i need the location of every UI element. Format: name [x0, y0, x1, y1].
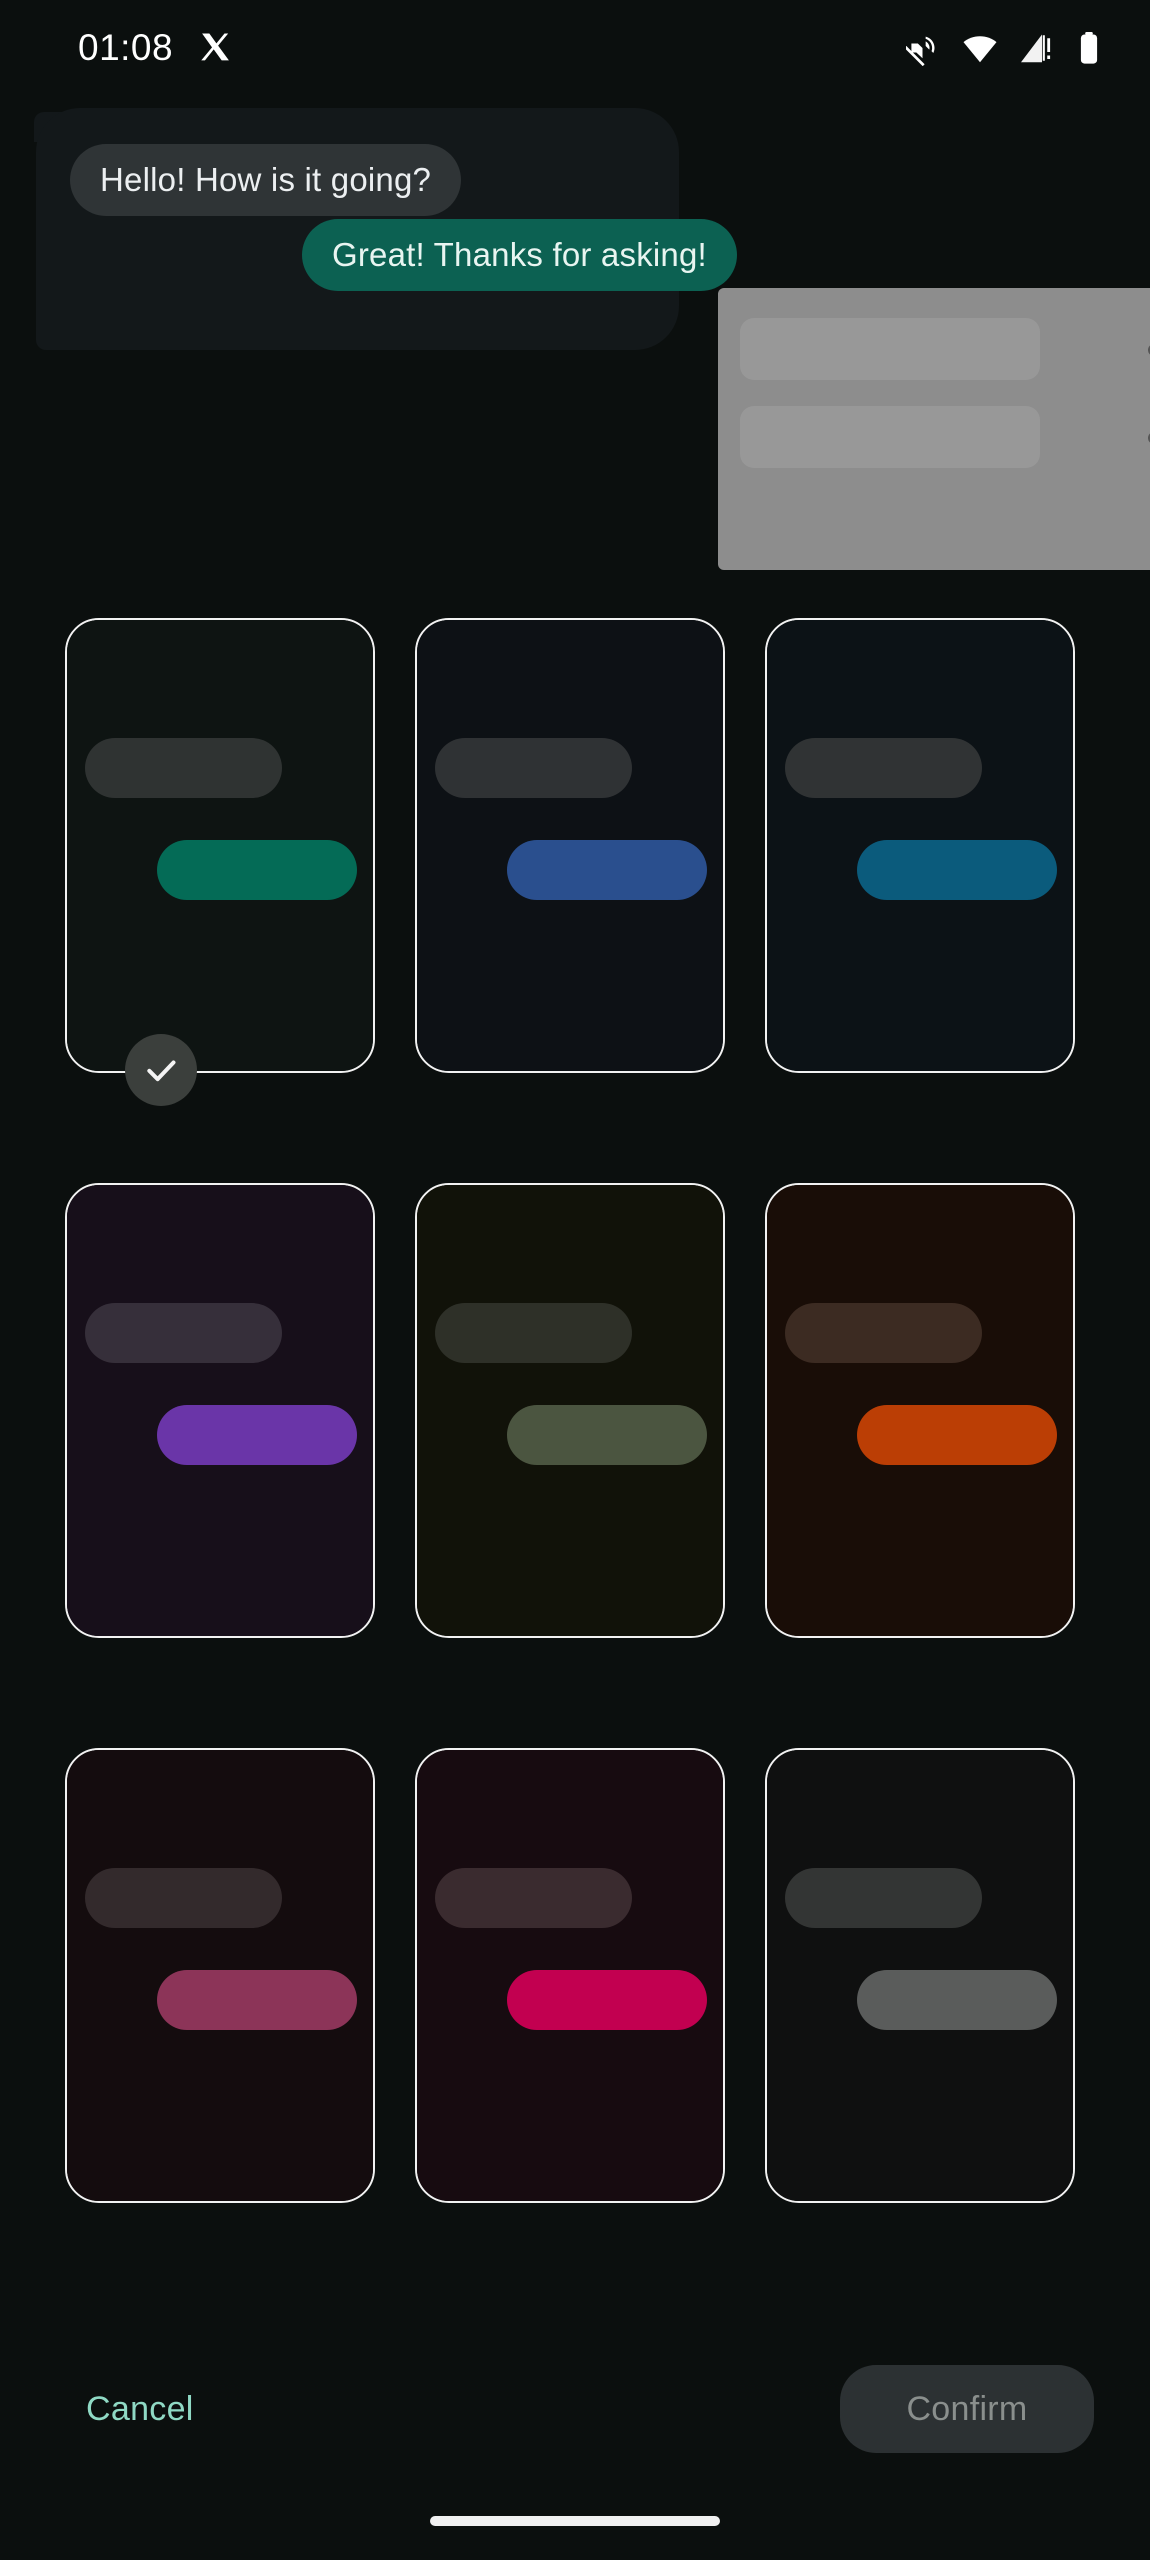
theme-card-blue[interactable]: [415, 618, 725, 1073]
theme-swatch-neutral: [85, 1303, 282, 1363]
background-app-panel: [718, 288, 1150, 570]
volume-muted-icon: [906, 30, 942, 66]
theme-card-teal[interactable]: [65, 618, 375, 1073]
theme-card-rose[interactable]: [65, 1748, 375, 2203]
theme-swatch-accent: [157, 840, 357, 900]
x-logo-icon: [199, 31, 233, 65]
theme-swatch-neutral: [435, 1868, 632, 1928]
theme-swatch-accent: [507, 840, 707, 900]
battery-icon: [1074, 30, 1104, 66]
theme-card-surface: [767, 1185, 1073, 1636]
status-bar-left: 01:08: [78, 27, 233, 69]
wifi-icon: [962, 30, 998, 66]
theme-card-olive[interactable]: [415, 1183, 725, 1638]
theme-picker-screen: 01:08: [0, 0, 1150, 2560]
footer-actions: Cancel Confirm: [0, 2354, 1150, 2464]
theme-card-grey[interactable]: [765, 1748, 1075, 2203]
status-clock: 01:08: [78, 27, 173, 69]
theme-card-surface: [67, 620, 373, 1071]
cancel-button[interactable]: Cancel: [80, 2376, 200, 2443]
theme-swatch-accent: [157, 1405, 357, 1465]
theme-card-orange[interactable]: [765, 1183, 1075, 1638]
theme-swatch-neutral: [435, 738, 632, 798]
theme-preview-card: Hello! How is it going? Great! Thanks fo…: [36, 108, 679, 350]
theme-card-surface: [417, 1750, 723, 2201]
theme-card-cyan[interactable]: [765, 618, 1075, 1073]
theme-card-surface: [417, 620, 723, 1071]
background-panel-row: [740, 318, 1040, 380]
theme-card-purple[interactable]: [65, 1183, 375, 1638]
theme-swatch-accent: [507, 1405, 707, 1465]
theme-swatch-neutral: [785, 1868, 982, 1928]
theme-swatch-neutral: [785, 1303, 982, 1363]
theme-swatch-accent: [857, 1405, 1057, 1465]
theme-swatch-accent: [157, 1970, 357, 2030]
theme-grid: [0, 618, 1150, 2203]
preview-incoming-bubble: Hello! How is it going?: [70, 144, 461, 216]
check-icon: [141, 1050, 181, 1090]
theme-card-surface: [67, 1185, 373, 1636]
status-bar-right: [906, 30, 1104, 66]
confirm-button[interactable]: Confirm: [840, 2365, 1094, 2453]
theme-swatch-accent: [857, 1970, 1057, 2030]
status-bar: 01:08: [0, 0, 1150, 96]
theme-swatch-neutral: [85, 1868, 282, 1928]
theme-card-magenta[interactable]: [415, 1748, 725, 2203]
theme-swatch-neutral: [435, 1303, 632, 1363]
theme-swatch-accent: [507, 1970, 707, 2030]
theme-swatch-accent: [857, 840, 1057, 900]
background-panel-row: [740, 406, 1040, 468]
theme-card-surface: [67, 1750, 373, 2201]
theme-card-surface: [767, 1750, 1073, 2201]
theme-card-surface: [767, 620, 1073, 1071]
preview-outgoing-bubble: Great! Thanks for asking!: [302, 219, 737, 291]
cellular-signal-warning-icon: [1018, 30, 1054, 66]
theme-card-surface: [417, 1185, 723, 1636]
theme-swatch-neutral: [85, 738, 282, 798]
theme-swatch-neutral: [785, 738, 982, 798]
selected-check-badge: [125, 1034, 197, 1106]
home-indicator[interactable]: [430, 2516, 720, 2526]
